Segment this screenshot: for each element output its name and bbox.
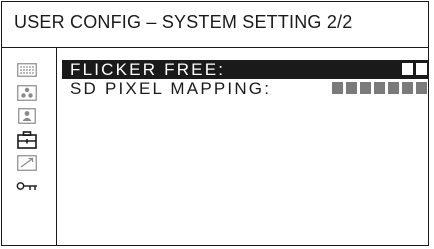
menu-item-label: FLICKER FREE:: [70, 60, 226, 79]
value-segment: [360, 82, 371, 94]
menu-item-flicker-free[interactable]: FLICKER FREE:: [62, 60, 429, 79]
menu-item-label: SD PIXEL MAPPING:: [70, 79, 272, 98]
menu-category-sidebar: [2, 47, 56, 245]
value-segment: [416, 82, 427, 94]
menu-list: FLICKER FREE: SD PIXEL MAPPING:: [57, 47, 429, 245]
value-segment: [388, 82, 399, 94]
value-segment: [402, 63, 413, 75]
menu-item-sd-pixel-mapping[interactable]: SD PIXEL MAPPING:: [62, 79, 429, 98]
color-dots-icon[interactable]: [16, 85, 38, 101]
value-segment: [402, 82, 413, 94]
page-title: USER CONFIG – SYSTEM SETTING 2/2: [14, 12, 353, 32]
value-segment: [416, 63, 427, 75]
value-segment: [332, 82, 343, 94]
diagonal-arrow-icon[interactable]: [16, 155, 38, 171]
value-segment: [374, 82, 385, 94]
grid-dots-icon[interactable]: [16, 62, 38, 78]
person-icon[interactable]: [16, 108, 38, 124]
flicker-free-value-meter: [402, 63, 427, 76]
toolbox-icon[interactable]: [16, 131, 38, 149]
sd-pixel-mapping-value-meter: [332, 82, 427, 95]
value-segment: [346, 82, 357, 94]
key-icon[interactable]: [16, 178, 38, 194]
viewfinder-menu-frame: USER CONFIG – SYSTEM SETTING 2/2 FLICKER…: [1, 1, 429, 246]
